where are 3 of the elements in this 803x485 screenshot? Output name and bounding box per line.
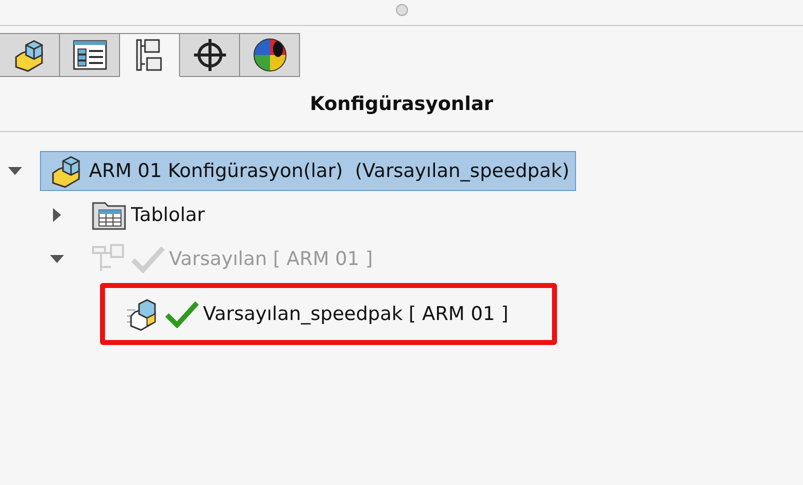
- tree-item[interactable]: Tablolar: [82, 197, 212, 233]
- tree-item[interactable]: ARM 01 Konfigürasyon(lar) (Varsayılan_speedpak): [40, 151, 576, 191]
- panel-title: Konfigürasyonlar: [310, 93, 494, 115]
